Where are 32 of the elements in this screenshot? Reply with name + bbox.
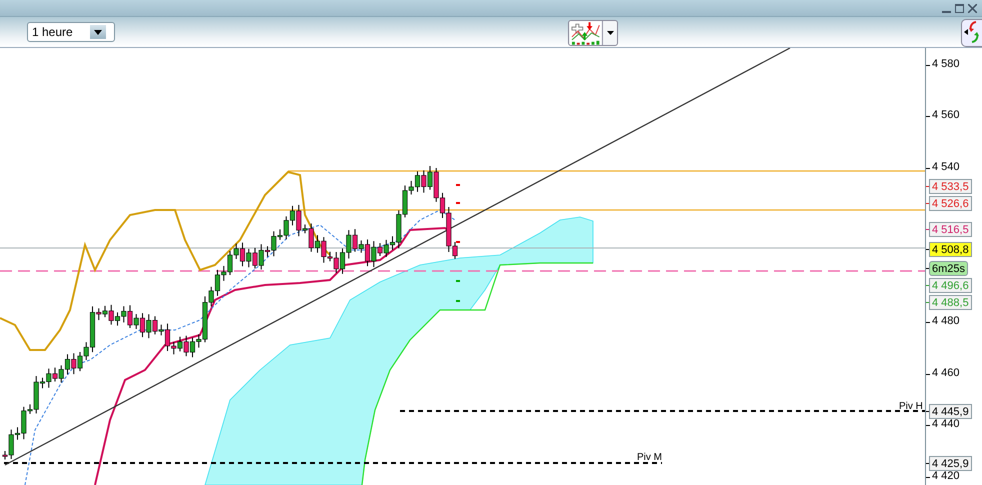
signal-mark — [456, 280, 460, 282]
signal-mark — [456, 300, 460, 302]
maximize-icon[interactable] — [955, 4, 964, 12]
axis-label: 4 560 — [932, 109, 960, 122]
price-tag: 4 508,8 — [929, 242, 972, 256]
price-tag: 4 533,5 — [929, 178, 972, 194]
signal-mark — [456, 241, 460, 243]
caret-icon — [94, 30, 102, 34]
refresh-button[interactable] — [961, 19, 982, 47]
signal-mark — [456, 202, 460, 204]
swap-arrows-icon — [963, 20, 981, 44]
timeframe-dropdown[interactable]: 1 heure — [27, 22, 115, 42]
axis-label: 4 540 — [932, 161, 960, 174]
pivot-label: Piv M — [637, 452, 662, 464]
caret-icon — [606, 31, 614, 35]
axis-label: 4 460 — [932, 367, 960, 380]
axis-label: 4 480 — [932, 315, 960, 328]
countdown-tag: 6m25s — [929, 260, 968, 276]
price-tag: 4 496,6 — [929, 278, 972, 292]
axis-label: 4 440 — [932, 418, 960, 431]
axis-label: 4 580 — [932, 58, 960, 71]
close-icon[interactable] — [968, 4, 977, 12]
axis-label: 4 420 — [932, 470, 960, 483]
signal-mark — [456, 184, 460, 186]
price-tag: 4 445,9 — [929, 404, 972, 418]
price-tag: 4 488,5 — [929, 294, 972, 310]
price-tag: 4 526,6 — [929, 196, 972, 210]
indicator-button[interactable] — [568, 20, 618, 46]
price-tag: 4 516,5 — [929, 222, 972, 236]
pivot-label: Piv H — [899, 401, 923, 413]
price-tag: 4 425,9 — [929, 456, 972, 470]
chart-indicator-icon — [570, 21, 602, 45]
